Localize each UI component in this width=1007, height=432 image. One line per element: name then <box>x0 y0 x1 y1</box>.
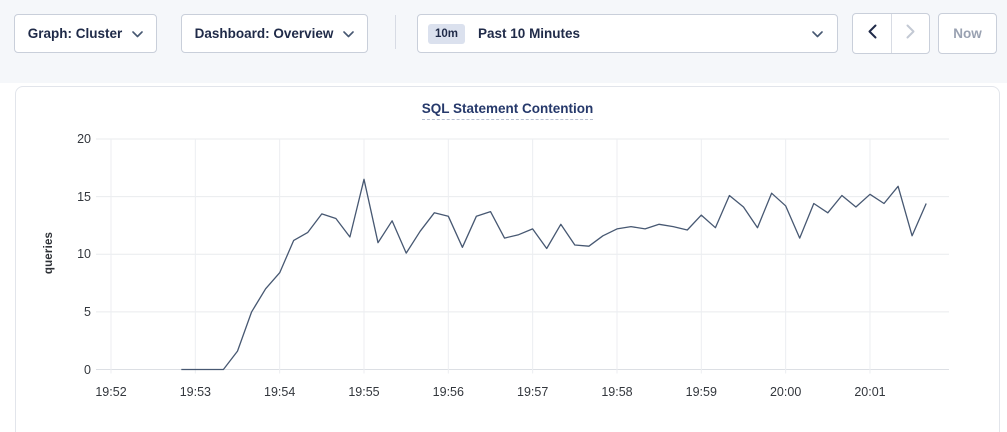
y-tick-label: 5 <box>41 304 91 320</box>
x-tick-label: 20:00 <box>754 384 818 400</box>
x-tick-label: 19:59 <box>669 384 733 400</box>
toolbar-divider <box>395 15 396 49</box>
time-shift-back-button[interactable] <box>853 14 891 53</box>
chevron-right-icon <box>906 24 915 44</box>
dashboard-dropdown[interactable]: Dashboard: Overview <box>181 14 368 53</box>
now-button[interactable]: Now <box>938 13 997 54</box>
x-tick-label: 19:57 <box>501 384 565 400</box>
x-tick-label: 19:58 <box>585 384 649 400</box>
time-range-label: Past 10 Minutes <box>478 26 812 41</box>
chart-area: queries 05101520 19:5219:5319:5419:5519:… <box>16 87 1001 417</box>
chart-card: SQL Statement Contention queries 0510152… <box>15 86 1000 432</box>
time-shift-button-group <box>852 13 930 54</box>
y-tick-label: 10 <box>41 246 91 262</box>
toolbar: Graph: Cluster Dashboard: Overview 10m P… <box>0 0 1007 83</box>
dashboard-dropdown-label: Dashboard: Overview <box>195 26 334 41</box>
x-tick-label: 20:01 <box>838 384 902 400</box>
time-range-picker[interactable]: 10m Past 10 Minutes <box>417 14 838 53</box>
chevron-left-icon <box>868 24 877 44</box>
y-tick-label: 0 <box>41 362 91 378</box>
graph-dropdown[interactable]: Graph: Cluster <box>14 14 157 53</box>
time-range-badge: 10m <box>428 24 465 44</box>
x-tick-label: 19:54 <box>248 384 312 400</box>
chevron-down-icon <box>132 26 143 41</box>
y-tick-label: 20 <box>41 131 91 147</box>
y-tick-label: 15 <box>41 189 91 205</box>
x-tick-label: 19:56 <box>416 384 480 400</box>
series-line <box>181 179 926 369</box>
chevron-down-icon <box>343 26 354 41</box>
graph-dropdown-label: Graph: Cluster <box>28 26 123 41</box>
chevron-down-icon <box>812 26 823 41</box>
x-tick-label: 19:53 <box>163 384 227 400</box>
chart-svg[interactable] <box>16 87 1001 417</box>
x-tick-label: 19:55 <box>332 384 396 400</box>
x-tick-label: 19:52 <box>79 384 143 400</box>
time-shift-forward-button[interactable] <box>891 14 929 53</box>
